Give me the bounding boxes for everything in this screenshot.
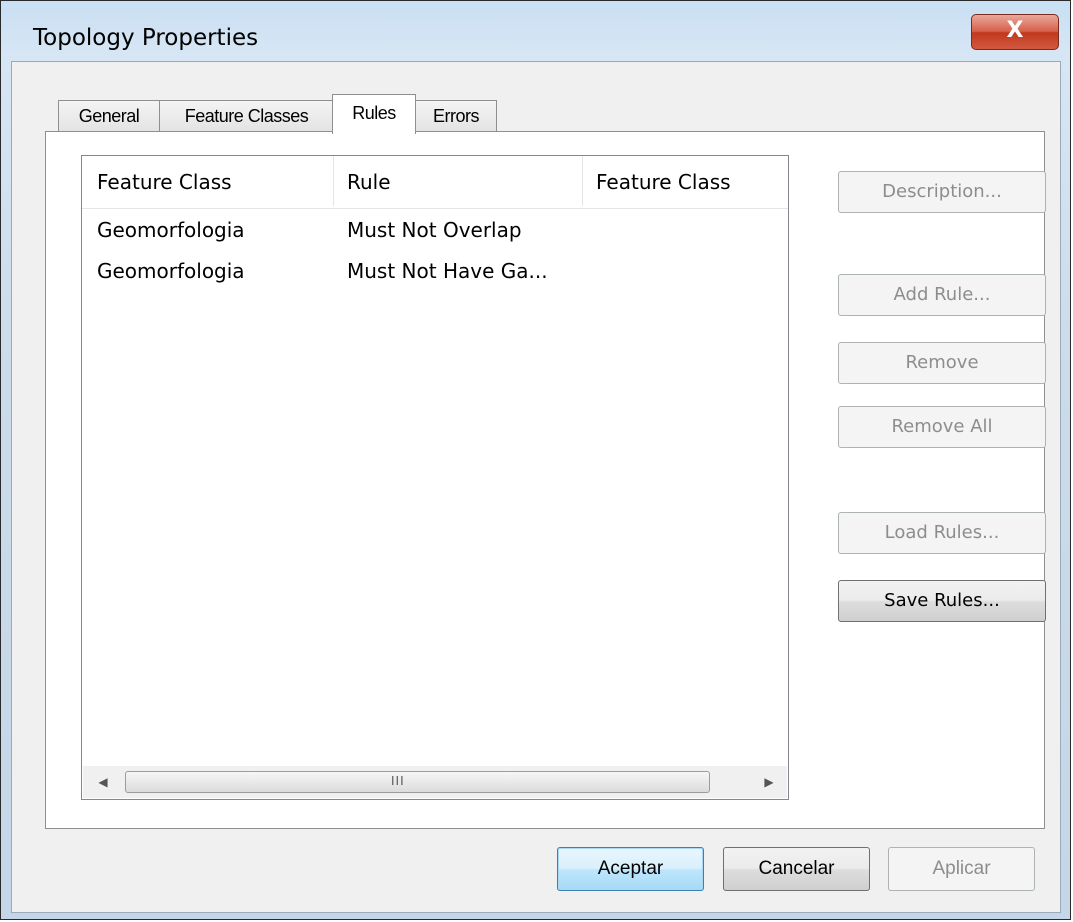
topology-properties-dialog: Topology Properties X General Feature Cl… (0, 0, 1071, 920)
tab-general[interactable]: General (58, 100, 160, 132)
scrollbar-thumb[interactable]: III (125, 771, 710, 793)
column-header-feature-class[interactable]: Feature Class (97, 170, 232, 194)
list-item[interactable]: Geomorfologia Must Not Have Ga... (82, 259, 788, 289)
add-rule-button[interactable]: Add Rule... (838, 274, 1046, 316)
title-bar[interactable]: Topology Properties X (1, 1, 1070, 51)
cell-rule: Must Not Overlap (347, 218, 522, 242)
rules-tab-panel: Feature Class Rule Feature Class Geomorf… (45, 131, 1046, 829)
ok-button[interactable]: Aceptar (557, 847, 704, 891)
dialog-body: General Feature Classes Rules Errors Fea… (11, 61, 1061, 913)
column-header-rule[interactable]: Rule (347, 170, 391, 194)
description-button[interactable]: Description... (838, 171, 1046, 213)
tab-errors[interactable]: Errors (415, 100, 497, 132)
remove-button[interactable]: Remove (838, 342, 1046, 384)
column-header-feature-class-2[interactable]: Feature Class (596, 170, 731, 194)
close-button[interactable]: X (971, 14, 1059, 50)
cancel-button[interactable]: Cancelar (723, 847, 870, 891)
horizontal-scrollbar[interactable]: ◀ III ▶ (83, 766, 787, 798)
scrollbar-grip: III (391, 774, 405, 788)
list-header: Feature Class Rule Feature Class (82, 156, 788, 209)
cell-feature-class: Geomorfologia (97, 259, 245, 283)
column-divider[interactable] (582, 156, 583, 206)
cell-rule: Must Not Have Ga... (347, 259, 548, 283)
tab-feature-classes[interactable]: Feature Classes (159, 100, 334, 132)
load-rules-button[interactable]: Load Rules... (838, 512, 1046, 554)
rules-list[interactable]: Feature Class Rule Feature Class Geomorf… (81, 155, 789, 800)
scroll-left-icon[interactable]: ◀ (93, 772, 113, 792)
list-item[interactable]: Geomorfologia Must Not Overlap (82, 218, 788, 248)
save-rules-button[interactable]: Save Rules... (838, 580, 1046, 622)
tab-rules[interactable]: Rules (332, 94, 416, 134)
remove-all-button[interactable]: Remove All (838, 406, 1046, 448)
scroll-right-icon[interactable]: ▶ (759, 772, 779, 792)
column-divider[interactable] (333, 156, 334, 206)
apply-button[interactable]: Aplicar (888, 847, 1035, 891)
cell-feature-class: Geomorfologia (97, 218, 245, 242)
dialog-title: Topology Properties (33, 25, 259, 51)
